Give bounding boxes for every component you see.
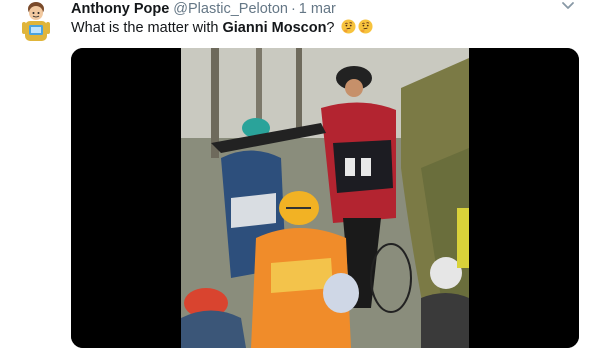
tweet[interactable]: Anthony Pope @Plastic_Peloton · 1 mar What … <box>0 0 590 348</box>
tweet-text-bold[interactable]: Gianni Moscon <box>223 20 327 36</box>
display-name[interactable]: Anthony Pope <box>71 1 169 17</box>
avatar[interactable] <box>14 0 58 44</box>
video-frame <box>71 48 579 348</box>
thinking-face-icon <box>341 19 356 34</box>
video-player[interactable] <box>71 48 579 348</box>
avatar-image <box>14 0 58 44</box>
tweet-text-part: ? <box>326 20 335 36</box>
tweet-text-part: What is the matter with <box>71 20 223 36</box>
separator-dot: · <box>290 1 296 17</box>
chevron-down-icon[interactable] <box>560 0 576 14</box>
thinking-face-icon <box>358 19 373 34</box>
user-handle[interactable]: @Plastic_Peloton <box>173 1 288 17</box>
tweet-text: What is the matter with Gianni Moscon? <box>71 18 373 38</box>
timestamp[interactable]: 1 mar <box>299 1 336 17</box>
tweet-header: Anthony Pope @Plastic_Peloton · 1 mar <box>71 0 336 18</box>
